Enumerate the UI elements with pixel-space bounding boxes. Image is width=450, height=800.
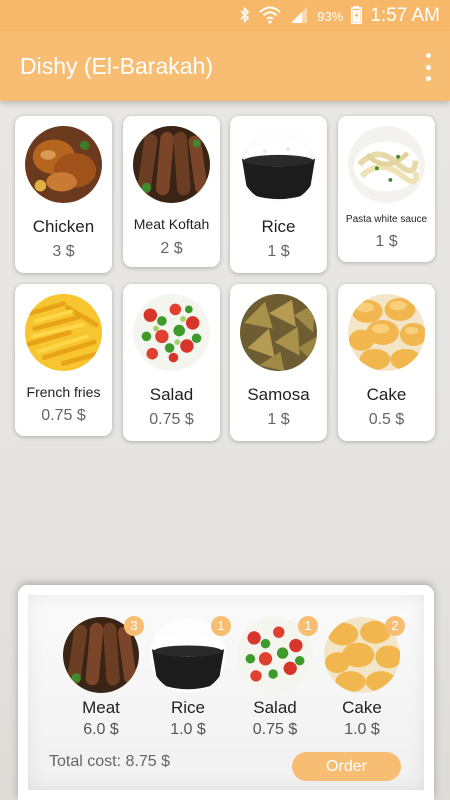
- menu-item-price: 2 $: [160, 240, 183, 257]
- menu-item-chicken[interactable]: Chicken 3 $: [15, 116, 112, 273]
- menu-item-pasta-white-sauce[interactable]: Pasta white sauce 1 $: [338, 116, 435, 262]
- order-item-price: 1.0 $: [170, 721, 206, 738]
- app-bar: Dishy (El-Barakah): [0, 31, 450, 101]
- cake-image: [348, 294, 425, 371]
- quantity-badge: 3: [124, 616, 144, 636]
- app-title: Dishy (El-Barakah): [20, 53, 213, 79]
- clock: 1:57 AM: [370, 5, 440, 26]
- more-options-icon[interactable]: [420, 53, 436, 81]
- menu-item-name: Salad: [149, 385, 194, 404]
- menu-item-name: Cake: [366, 385, 407, 404]
- menu-item-meat-koftah[interactable]: Meat Koftah 2 $: [123, 116, 220, 267]
- menu-item-name: French fries: [26, 384, 101, 400]
- menu-item-salad[interactable]: Salad 0.75 $: [123, 284, 220, 441]
- order-button[interactable]: Order: [292, 752, 401, 781]
- order-item-name: Salad: [253, 698, 297, 717]
- menu-item-price: 1 $: [375, 233, 398, 250]
- menu-item-price: 0.5 $: [368, 411, 405, 428]
- order-item-name: Rice: [170, 698, 205, 717]
- menu-item-price: 0.75 $: [41, 407, 86, 424]
- menu-item-price: 1 $: [267, 243, 290, 260]
- french-fries-image: [25, 294, 102, 371]
- menu-item-name: Chicken: [32, 217, 95, 236]
- menu-item-name: Pasta white sauce: [345, 214, 428, 225]
- status-bar: 93% 1:57 AM: [0, 0, 450, 31]
- quantity-badge: 1: [211, 616, 231, 636]
- order-item-price: 1.0 $: [344, 721, 380, 738]
- menu-item-samosa[interactable]: Samosa 1 $: [230, 284, 327, 441]
- pasta-image: [348, 126, 425, 203]
- menu-item-price: 3 $: [52, 243, 75, 260]
- meat-koftah-image: [133, 126, 210, 203]
- total-cost: Total cost: 8.75 $: [49, 753, 170, 770]
- battery-charging-icon: [351, 5, 363, 27]
- rice-image: [240, 126, 317, 203]
- bluetooth-icon: [239, 6, 251, 27]
- menu-item-rice[interactable]: Rice 1 $: [230, 116, 327, 273]
- order-item-name: Meat: [82, 698, 120, 717]
- quantity-badge: 2: [385, 616, 405, 636]
- menu-item-price: 1 $: [267, 411, 290, 428]
- menu-item-name: Rice: [261, 217, 296, 236]
- quantity-badge: 1: [298, 616, 318, 636]
- menu-item-price: 0.75 $: [149, 411, 194, 428]
- order-item-price: 6.0 $: [83, 721, 119, 738]
- order-item-price: 0.75 $: [252, 721, 298, 738]
- signal-icon: [289, 6, 309, 27]
- menu-item-name: Samosa: [247, 385, 310, 404]
- chicken-image: [25, 126, 102, 203]
- wifi-icon: [259, 6, 281, 27]
- samosa-image: [240, 294, 317, 371]
- salad-image: [133, 294, 210, 371]
- menu-item-name: Meat Koftah: [133, 216, 210, 232]
- order-item-name: Cake: [342, 698, 382, 717]
- battery-percent: 93%: [317, 8, 344, 24]
- menu-item-cake[interactable]: Cake 0.5 $: [338, 284, 435, 441]
- menu-item-french-fries[interactable]: French fries 0.75 $: [15, 284, 112, 436]
